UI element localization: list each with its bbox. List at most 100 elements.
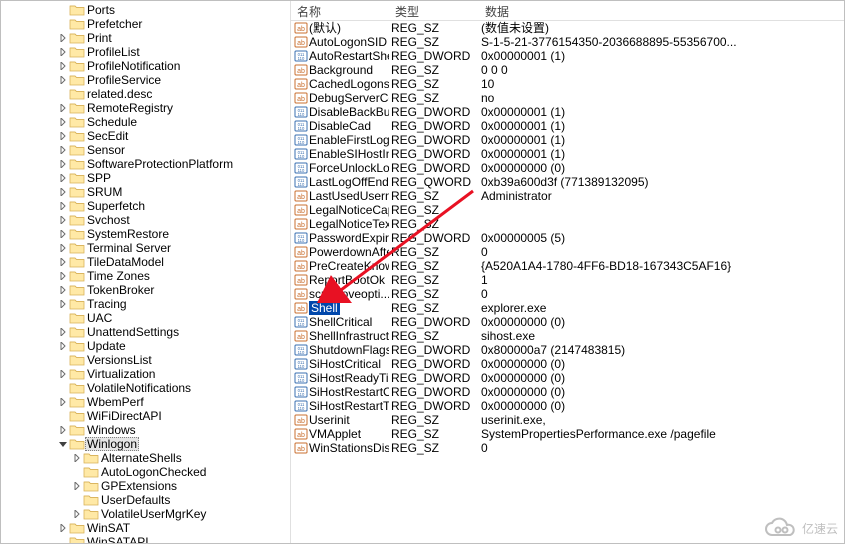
value-row[interactable]: abWinStationsDis...REG_SZ0: [291, 441, 844, 455]
column-header-type[interactable]: 类型: [389, 1, 479, 20]
chevron-right-icon[interactable]: [57, 396, 69, 408]
value-row[interactable]: abCachedLogons...REG_SZ10: [291, 77, 844, 91]
value-row[interactable]: abLegalNoticeCap...REG_SZ: [291, 203, 844, 217]
tree-item-secedit[interactable]: SecEdit: [1, 129, 290, 143]
tree-item-related-desc[interactable]: related.desc: [1, 87, 290, 101]
chevron-right-icon[interactable]: [57, 256, 69, 268]
chevron-right-icon[interactable]: [57, 172, 69, 184]
chevron-right-icon[interactable]: [57, 144, 69, 156]
value-row[interactable]: abLastUsedUsern...REG_SZAdministrator: [291, 189, 844, 203]
chevron-right-icon[interactable]: [57, 32, 69, 44]
tree-item-autologonchecked[interactable]: AutoLogonChecked: [1, 465, 290, 479]
value-row[interactable]: 011110DisableCadREG_DWORD0x00000001 (1): [291, 119, 844, 133]
tree-item-softwareprotectionplatform[interactable]: SoftwareProtectionPlatform: [1, 157, 290, 171]
tree-item-versionslist[interactable]: VersionsList: [1, 353, 290, 367]
chevron-right-icon[interactable]: [57, 102, 69, 114]
chevron-right-icon[interactable]: [57, 116, 69, 128]
chevron-right-icon[interactable]: [57, 214, 69, 226]
tree-item-tiledatamodel[interactable]: TileDataModel: [1, 255, 290, 269]
tree-item-superfetch[interactable]: Superfetch: [1, 199, 290, 213]
value-row[interactable]: abscremoveopti...REG_SZ0: [291, 287, 844, 301]
column-header-data[interactable]: 数据: [479, 1, 844, 20]
value-row[interactable]: 011110SiHostReadyTi...REG_DWORD0x0000000…: [291, 371, 844, 385]
chevron-right-icon[interactable]: [57, 270, 69, 282]
chevron-right-icon[interactable]: [57, 130, 69, 142]
tree-item-wbemperf[interactable]: WbemPerf: [1, 395, 290, 409]
tree-item-winsatapi[interactable]: WinSATAPI: [1, 535, 290, 543]
chevron-right-icon[interactable]: [57, 74, 69, 86]
chevron-down-icon[interactable]: [57, 438, 69, 450]
tree-item-ports[interactable]: Ports: [1, 3, 290, 17]
chevron-right-icon[interactable]: [57, 60, 69, 72]
chevron-right-icon[interactable]: [71, 480, 83, 492]
tree-item-profilelist[interactable]: ProfileList: [1, 45, 290, 59]
tree-item-prefetcher[interactable]: Prefetcher: [1, 17, 290, 31]
tree-item-alternateshells[interactable]: AlternateShells: [1, 451, 290, 465]
value-row[interactable]: abShellInfrastruct...REG_SZsihost.exe: [291, 329, 844, 343]
tree-item-schedule[interactable]: Schedule: [1, 115, 290, 129]
value-row[interactable]: ab(默认)REG_SZ(数值未设置): [291, 21, 844, 35]
value-row[interactable]: 011110SiHostCriticalREG_DWORD0x00000000 …: [291, 357, 844, 371]
tree-item-update[interactable]: Update: [1, 339, 290, 353]
value-row[interactable]: 011110EnableFirstLogo...REG_DWORD0x00000…: [291, 133, 844, 147]
value-row[interactable]: abPowerdownAfte...REG_SZ0: [291, 245, 844, 259]
column-header-name[interactable]: 名称: [291, 1, 389, 20]
value-row[interactable]: 011110DisableBackBut...REG_DWORD0x000000…: [291, 105, 844, 119]
tree-item-volatileusermgrkey[interactable]: VolatileUserMgrKey: [1, 507, 290, 521]
value-row[interactable]: abVMAppletREG_SZSystemPropertiesPerforma…: [291, 427, 844, 441]
tree-item-volatilenotifications[interactable]: VolatileNotifications: [1, 381, 290, 395]
tree-item-tracing[interactable]: Tracing: [1, 297, 290, 311]
tree-item-profileservice[interactable]: ProfileService: [1, 73, 290, 87]
tree-item-time-zones[interactable]: Time Zones: [1, 269, 290, 283]
tree-item-remoteregistry[interactable]: RemoteRegistry: [1, 101, 290, 115]
tree-item-unattendsettings[interactable]: UnattendSettings: [1, 325, 290, 339]
tree-item-print[interactable]: Print: [1, 31, 290, 45]
tree-item-windows[interactable]: Windows: [1, 423, 290, 437]
value-row[interactable]: 011110LastLogOffEndT...REG_QWORD0xb39a60…: [291, 175, 844, 189]
registry-tree-pane[interactable]: PortsPrefetcherPrintProfileListProfileNo…: [1, 1, 291, 543]
tree-item-spp[interactable]: SPP: [1, 171, 290, 185]
chevron-right-icon[interactable]: [57, 200, 69, 212]
tree-item-winlogon[interactable]: Winlogon: [1, 437, 290, 451]
tree-item-tokenbroker[interactable]: TokenBroker: [1, 283, 290, 297]
chevron-right-icon[interactable]: [71, 452, 83, 464]
tree-item-srum[interactable]: SRUM: [1, 185, 290, 199]
value-row[interactable]: 011110PasswordExpiry...REG_DWORD0x000000…: [291, 231, 844, 245]
value-row[interactable]: 011110SiHostRestartC...REG_DWORD0x000000…: [291, 385, 844, 399]
tree-item-svchost[interactable]: Svchost: [1, 213, 290, 227]
chevron-right-icon[interactable]: [57, 228, 69, 240]
tree-item-sensor[interactable]: Sensor: [1, 143, 290, 157]
chevron-right-icon[interactable]: [57, 46, 69, 58]
chevron-right-icon[interactable]: [57, 284, 69, 296]
chevron-right-icon[interactable]: [57, 186, 69, 198]
tree-item-terminal-server[interactable]: Terminal Server: [1, 241, 290, 255]
chevron-right-icon[interactable]: [57, 298, 69, 310]
value-row[interactable]: abDebugServerCo...REG_SZno: [291, 91, 844, 105]
tree-item-winsat[interactable]: WinSAT: [1, 521, 290, 535]
tree-item-wifidirectapi[interactable]: WiFiDirectAPI: [1, 409, 290, 423]
tree-item-uac[interactable]: UAC: [1, 311, 290, 325]
tree-item-systemrestore[interactable]: SystemRestore: [1, 227, 290, 241]
value-row[interactable]: 011110ShellCriticalREG_DWORD0x00000000 (…: [291, 315, 844, 329]
value-row[interactable]: 011110SiHostRestartTi...REG_DWORD0x00000…: [291, 399, 844, 413]
chevron-right-icon[interactable]: [57, 326, 69, 338]
value-row[interactable]: 011110ShutdownFlagsREG_DWORD0x800000a7 (…: [291, 343, 844, 357]
chevron-right-icon[interactable]: [57, 242, 69, 254]
value-row[interactable]: abShellREG_SZexplorer.exe: [291, 301, 844, 315]
tree-item-userdefaults[interactable]: UserDefaults: [1, 493, 290, 507]
tree-item-profilenotification[interactable]: ProfileNotification: [1, 59, 290, 73]
value-row[interactable]: 011110AutoRestartShellREG_DWORD0x0000000…: [291, 49, 844, 63]
chevron-right-icon[interactable]: [57, 158, 69, 170]
value-row[interactable]: abUserinitREG_SZuserinit.exe,: [291, 413, 844, 427]
value-row[interactable]: 011110EnableSIHostIn...REG_DWORD0x000000…: [291, 147, 844, 161]
tree-item-gpextensions[interactable]: GPExtensions: [1, 479, 290, 493]
value-row[interactable]: abPreCreateKnow...REG_SZ{A520A1A4-1780-4…: [291, 259, 844, 273]
value-row[interactable]: 011110ForceUnlockLo...REG_DWORD0x0000000…: [291, 161, 844, 175]
chevron-right-icon[interactable]: [57, 368, 69, 380]
registry-values-pane[interactable]: 名称 类型 数据 ab(默认)REG_SZ(数值未设置)abAutoLogonS…: [291, 1, 844, 543]
chevron-right-icon[interactable]: [57, 340, 69, 352]
value-row[interactable]: abAutoLogonSIDREG_SZS-1-5-21-3776154350-…: [291, 35, 844, 49]
value-row[interactable]: abReportBootOkREG_SZ1: [291, 273, 844, 287]
chevron-right-icon[interactable]: [71, 508, 83, 520]
chevron-right-icon[interactable]: [57, 424, 69, 436]
